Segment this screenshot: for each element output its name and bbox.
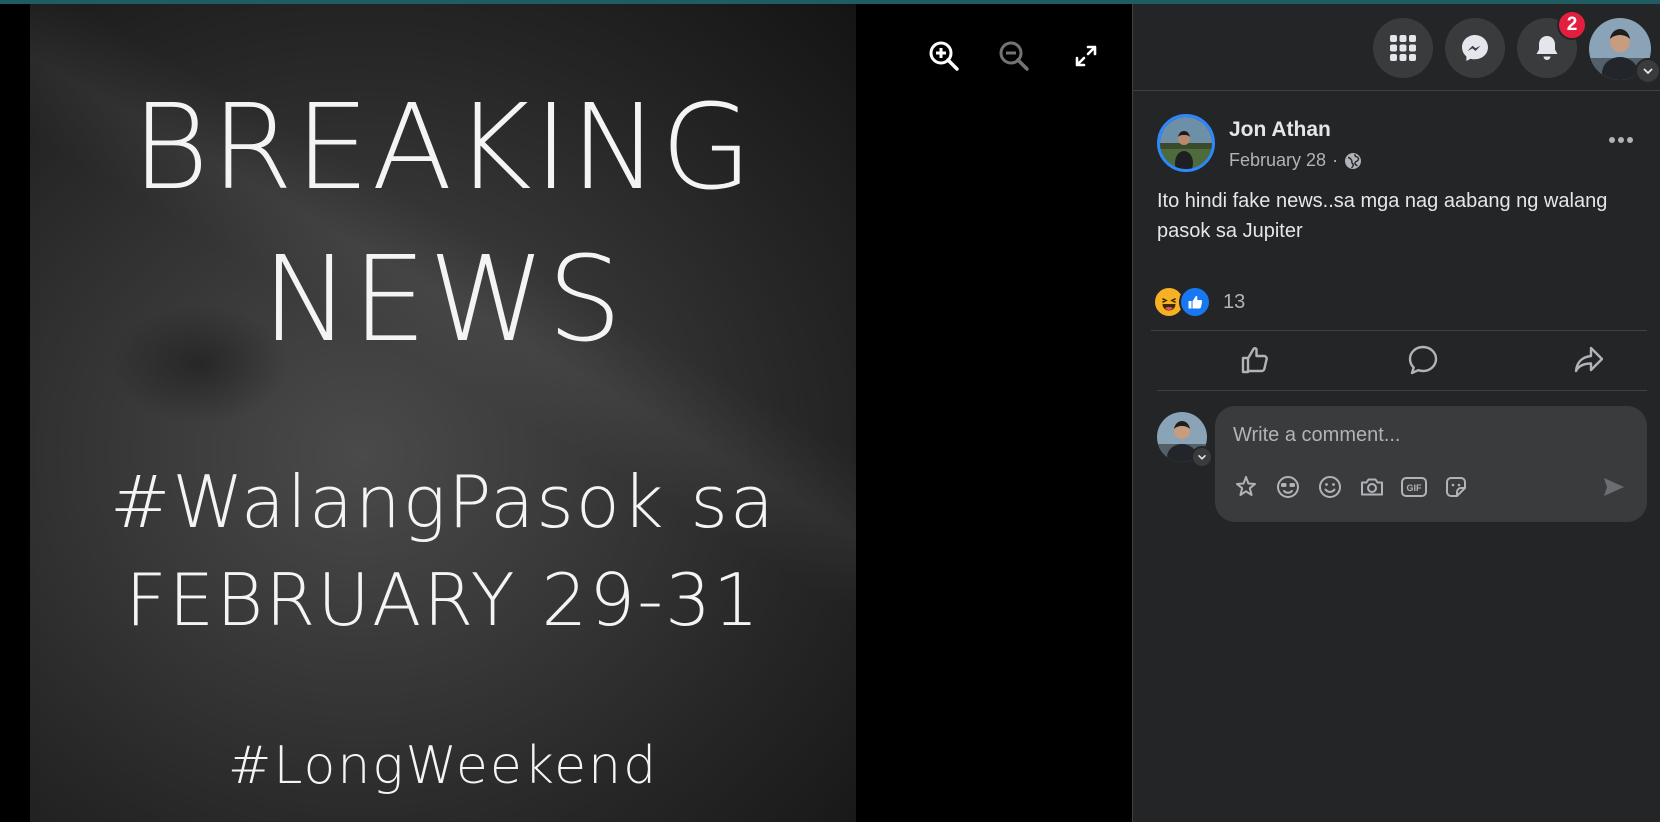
sticker-button[interactable] [1441, 472, 1471, 502]
chevron-down-icon [1198, 455, 1206, 460]
account-menu-chevron[interactable] [1635, 58, 1660, 84]
emoji-icon [1319, 476, 1341, 498]
photo-button[interactable] [1357, 472, 1387, 502]
avatar-sticker-button[interactable] [1231, 472, 1261, 502]
zoom-out-button[interactable] [994, 36, 1034, 76]
author-avatar[interactable] [1157, 114, 1215, 172]
notification-count-badge: 2 [1557, 10, 1587, 40]
author-profile-photo [1160, 117, 1212, 169]
share-icon [1574, 346, 1604, 373]
sticker-icon [1446, 477, 1466, 497]
gif-label: GIF [1407, 483, 1423, 493]
globe-icon [1345, 152, 1362, 169]
post-meta: February 28 · [1229, 150, 1362, 171]
messenger-button[interactable] [1445, 18, 1505, 78]
emoji-face-icon [1277, 476, 1299, 498]
photo-text-hashtag-walangpasok: #WalangPasok sa [109, 460, 777, 544]
panel-header: 2 [1133, 4, 1660, 91]
like-reaction-icon [1179, 286, 1211, 318]
comment-input[interactable] [1231, 418, 1635, 452]
send-icon [1604, 478, 1624, 496]
emoji-face-button[interactable] [1273, 472, 1303, 502]
like-icon [1241, 347, 1268, 374]
fullscreen-icon [1075, 45, 1097, 67]
emoji-button[interactable] [1315, 472, 1345, 502]
gif-icon: GIF [1401, 477, 1427, 497]
fullscreen-button[interactable] [1066, 36, 1106, 76]
post-caption: Ito hindi fake news..sa mga nag aabang n… [1157, 190, 1608, 242]
zoom-in-icon [929, 41, 959, 71]
comment-icon [1408, 345, 1438, 375]
send-comment-button[interactable] [1599, 472, 1629, 502]
menu-grid-icon [1390, 35, 1416, 61]
comment-button[interactable] [1403, 340, 1443, 380]
camera-icon [1361, 478, 1383, 496]
post-options-button[interactable] [1603, 126, 1639, 154]
avatar-sticker-icon [1236, 476, 1256, 496]
photo-text-date: FEBRUARY 29-31 [125, 558, 761, 642]
reaction-count: 13 [1223, 290, 1246, 313]
zoom-in-button[interactable] [924, 36, 964, 76]
post-date[interactable]: February 28 [1229, 150, 1326, 171]
photo-text-hashtag-longweekend: #LongWeekend [227, 736, 659, 796]
post-author-name[interactable]: Jon Athan [1229, 118, 1331, 142]
share-button[interactable] [1569, 340, 1609, 380]
messenger-icon [1462, 35, 1488, 61]
bell-icon [1536, 36, 1558, 60]
like-button[interactable] [1235, 340, 1275, 380]
chevron-down-icon [1643, 68, 1653, 75]
photo-viewer: BREAKING NEWS #WalangPasok sa FEBRUARY 2… [0, 4, 1132, 822]
photo-text-news: NEWS [261, 230, 625, 368]
post-photo[interactable]: BREAKING NEWS #WalangPasok sa FEBRUARY 2… [30, 4, 856, 822]
zoom-out-icon [999, 41, 1029, 71]
gif-button[interactable]: GIF [1399, 472, 1429, 502]
meta-separator: · [1332, 150, 1339, 170]
actions-divider [1157, 390, 1647, 391]
reactions-summary[interactable]: 13 [1153, 286, 1245, 318]
menu-button[interactable] [1373, 18, 1433, 78]
reactions-divider [1151, 330, 1647, 331]
commenter-menu-chevron[interactable] [1191, 446, 1213, 468]
post-side-panel: 2 Jon Athan February 28 · Ito hindi fake… [1132, 4, 1660, 822]
comment-composer: GIF [1215, 406, 1647, 522]
photo-text-breaking: BREAKING [131, 78, 755, 216]
more-options-icon [1609, 137, 1633, 143]
